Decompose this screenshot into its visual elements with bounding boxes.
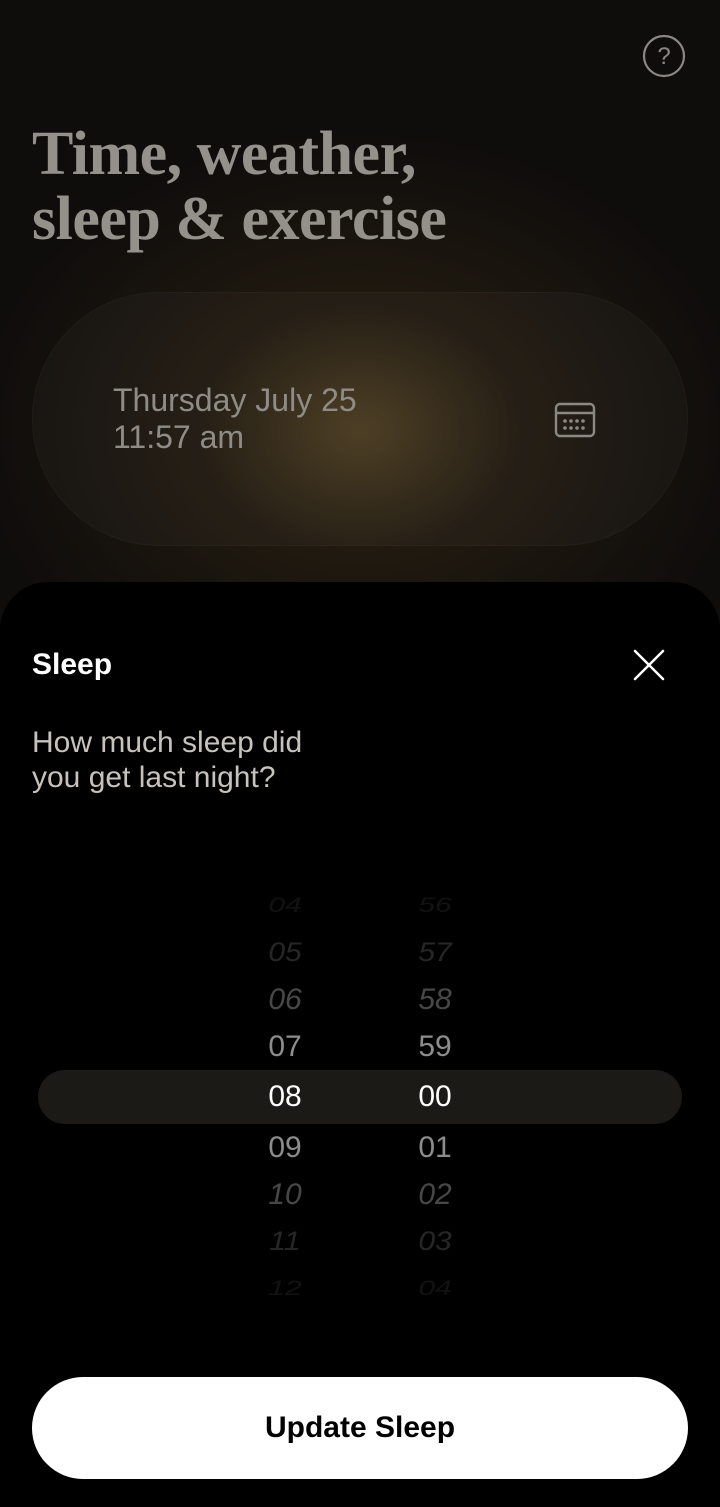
hour-option[interactable]: 09 (255, 1124, 315, 1171)
minute-option[interactable]: 02 (405, 1171, 465, 1218)
sheet-header: Sleep (32, 648, 688, 686)
sleep-bottom-sheet: Sleep How much sleep did you get last ni… (0, 582, 720, 1507)
minute-option[interactable]: 58 (405, 976, 465, 1023)
page-title-line2: sleep & exercise (32, 187, 446, 252)
date-time-card[interactable]: Thursday July 25 11:57 am (32, 292, 688, 546)
hour-option[interactable]: 07 (255, 1023, 315, 1070)
page-title-line1: Time, weather, (32, 122, 446, 187)
hour-selected[interactable]: 08 (255, 1070, 315, 1124)
close-icon[interactable] (628, 644, 670, 686)
minute-option[interactable]: 59 (405, 1023, 465, 1070)
minute-option[interactable]: 01 (405, 1124, 465, 1171)
minute-selected[interactable]: 00 (405, 1070, 465, 1124)
minute-option[interactable]: 03 (405, 1220, 465, 1262)
hour-option[interactable]: 06 (255, 976, 315, 1023)
calendar-icon (553, 397, 597, 441)
time-label: 11:57 am (113, 420, 357, 455)
hour-option[interactable]: 10 (255, 1171, 315, 1218)
sheet-title: Sleep (32, 648, 112, 682)
update-sleep-button[interactable]: Update Sleep (32, 1377, 688, 1479)
hour-option[interactable]: 04 (255, 889, 315, 922)
duration-picker[interactable]: 0456 0557 0658 0759 0800 0901 1002 1103 … (38, 882, 682, 1282)
hour-option[interactable]: 11 (255, 1220, 315, 1262)
svg-text:?: ? (657, 43, 670, 70)
minute-option[interactable]: 57 (405, 931, 465, 973)
hour-option[interactable]: 05 (255, 931, 315, 973)
date-time-text: Thursday July 25 11:57 am (113, 383, 357, 455)
page-title: Time, weather, sleep & exercise (32, 122, 446, 252)
minute-option[interactable]: 04 (405, 1272, 465, 1305)
minute-option[interactable]: 56 (405, 889, 465, 922)
date-label: Thursday July 25 (113, 383, 357, 418)
hour-option[interactable]: 12 (255, 1272, 315, 1305)
help-icon[interactable]: ? (642, 34, 686, 78)
sheet-question: How much sleep did you get last night? (32, 726, 352, 795)
